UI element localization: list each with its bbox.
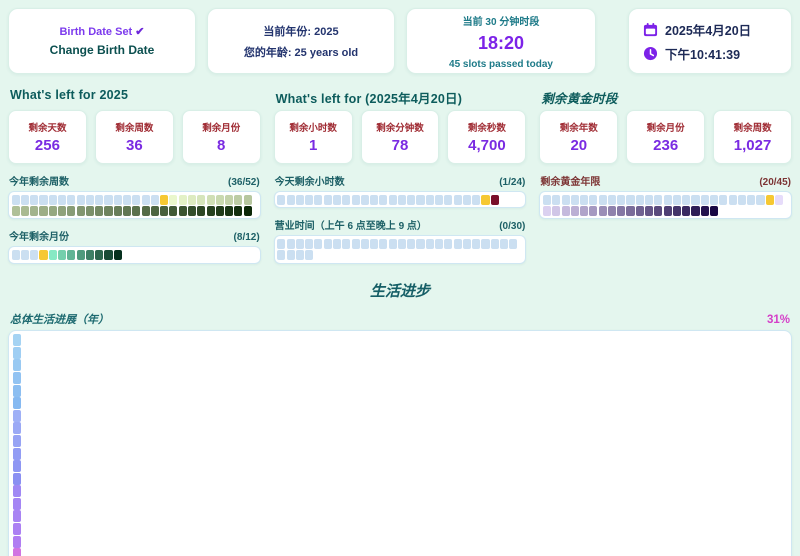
datetime-card: 2025年4月20日 下午10:41:39 xyxy=(628,8,792,74)
life-years-grid xyxy=(8,330,792,556)
stat-sections-row: What's left for 2025 剩余天数 256 剩余周数 36 剩余… xyxy=(8,86,792,264)
stat-label: 剩余周数 xyxy=(734,120,772,134)
stat-value: 78 xyxy=(392,137,409,154)
section-title: What's left for 2025 xyxy=(10,88,261,103)
time-slot-card: 当前 30 分钟时段 18:20 45 slots passed today xyxy=(406,8,596,74)
current-year-text: 当前年份: 2025 xyxy=(263,23,338,39)
stat-card-minutes-left: 剩余分钟数 78 xyxy=(361,110,440,164)
weeks-left-grid xyxy=(8,191,261,219)
bar-count: (20/45) xyxy=(759,177,791,188)
stat-card-golden-years: 剩余年数 20 xyxy=(539,110,618,164)
slot-label: 当前 30 分钟时段 xyxy=(463,13,540,28)
stat-label: 剩余周数 xyxy=(115,120,153,134)
year-age-card: 当前年份: 2025 您的年龄: 25 years old xyxy=(207,8,395,74)
hours-left-block: 今天剩余小时数 (1/24) xyxy=(274,173,527,208)
stat-label: 剩余月份 xyxy=(202,120,240,134)
big-bar-percent: 31% xyxy=(767,314,790,326)
business-hours-block: 营业时间（上午 6 点至晚上 9 点） (0/30) xyxy=(274,217,527,263)
bar-count: (1/24) xyxy=(499,177,525,188)
section-golden: 剩余黄金时段 剩余年数 20 剩余月份 236 剩余周数 1,027 剩余黄金年… xyxy=(539,86,792,264)
calendar-icon xyxy=(643,22,658,37)
section-today: What's left for (2025年4月20日) 剩余小时数 1 剩余分… xyxy=(274,86,527,264)
dashboard: Birth Date Set ✔ Change Birth Date 当前年份:… xyxy=(0,0,800,556)
stat-card-golden-weeks: 剩余周数 1,027 xyxy=(713,110,792,164)
stat-label: 剩余小时数 xyxy=(289,120,337,134)
section-title: What's left for (2025年4月20日) xyxy=(276,88,527,103)
bar-label: 剩余黄金年限 xyxy=(540,173,600,188)
stat-value: 256 xyxy=(35,137,60,154)
stat-label: 剩余年数 xyxy=(560,120,598,134)
business-hours-grid xyxy=(274,235,527,263)
weeks-left-block: 今年剩余周数 (36/52) xyxy=(8,173,261,219)
time-text: 下午10:41:39 xyxy=(665,44,740,63)
stat-value: 1 xyxy=(309,137,317,154)
slots-passed-text: 45 slots passed today xyxy=(449,59,553,70)
stat-card-seconds-left: 剩余秒数 4,700 xyxy=(447,110,526,164)
stat-label: 剩余秒数 xyxy=(468,120,506,134)
bar-label: 今年剩余月份 xyxy=(9,228,69,243)
stat-card-days-left: 剩余天数 256 xyxy=(8,110,87,164)
bar-count: (36/52) xyxy=(228,177,260,188)
birth-date-card: Birth Date Set ✔ Change Birth Date xyxy=(8,8,196,74)
stat-label: 剩余月份 xyxy=(647,120,685,134)
check-icon: ✔ xyxy=(135,26,144,38)
bar-label: 今天剩余小时数 xyxy=(275,173,345,188)
stat-card-golden-months: 剩余月份 236 xyxy=(626,110,705,164)
life-progress-title: 生活进步 xyxy=(8,280,792,301)
change-birth-date-button[interactable]: Change Birth Date xyxy=(50,43,155,57)
stat-value: 20 xyxy=(570,137,587,154)
section-title: 剩余黄金时段 xyxy=(541,88,792,103)
stat-card-months-left: 剩余月份 8 xyxy=(182,110,261,164)
stat-value: 4,700 xyxy=(468,137,506,154)
months-left-grid xyxy=(8,246,261,263)
golden-years-grid xyxy=(539,191,792,219)
golden-years-block: 剩余黄金年限 (20/45) xyxy=(539,173,792,219)
age-text: 您的年龄: 25 years old xyxy=(244,44,358,60)
top-cards-row: Birth Date Set ✔ Change Birth Date 当前年份:… xyxy=(8,8,792,74)
stat-card-weeks-left: 剩余周数 36 xyxy=(95,110,174,164)
stat-value: 236 xyxy=(653,137,678,154)
bar-count: (0/30) xyxy=(499,221,525,232)
bar-label: 营业时间（上午 6 点至晚上 9 点） xyxy=(275,217,427,232)
section-year-left: What's left for 2025 剩余天数 256 剩余周数 36 剩余… xyxy=(8,86,261,264)
stat-value: 1,027 xyxy=(734,137,772,154)
slot-time: 18:20 xyxy=(478,33,524,54)
stat-card-hours-left: 剩余小时数 1 xyxy=(274,110,353,164)
bar-label: 今年剩余周数 xyxy=(9,173,69,188)
clock-icon xyxy=(643,46,658,61)
stat-value: 8 xyxy=(217,137,225,154)
birth-date-status: Birth Date Set ✔ xyxy=(59,25,144,38)
life-years-block: 总体生活进展（年） 31% xyxy=(8,311,792,556)
stat-value: 36 xyxy=(126,137,143,154)
stat-label: 剩余天数 xyxy=(28,120,66,134)
date-text: 2025年4月20日 xyxy=(665,20,751,39)
hours-left-grid xyxy=(274,191,527,208)
bar-count: (8/12) xyxy=(234,232,260,243)
big-bar-label: 总体生活进展（年） xyxy=(10,311,109,327)
months-left-block: 今年剩余月份 (8/12) xyxy=(8,228,261,263)
stat-label: 剩余分钟数 xyxy=(376,120,424,134)
